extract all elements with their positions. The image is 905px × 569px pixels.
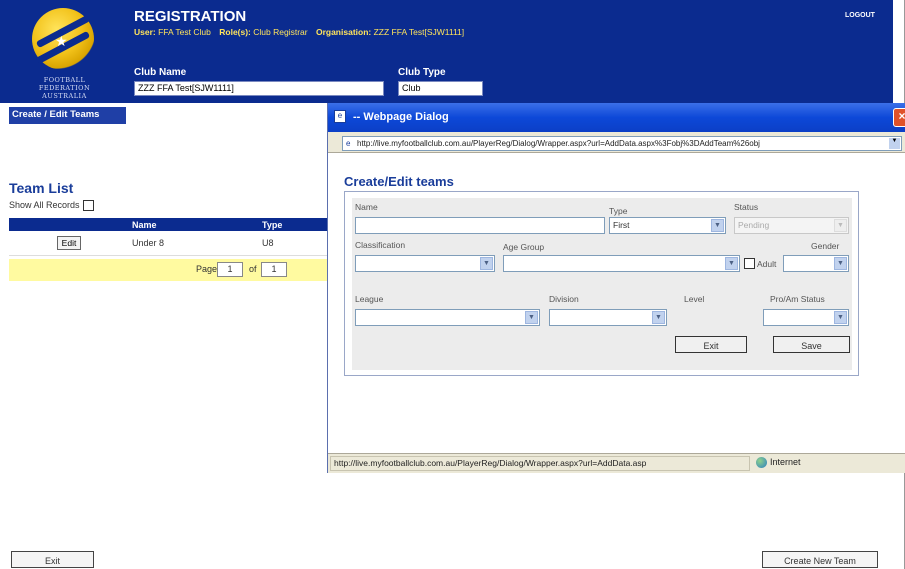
close-icon[interactable]: × — [893, 108, 905, 127]
security-zone: Internet — [753, 456, 903, 471]
logo-text-line-3: AUSTRALIA — [42, 92, 87, 100]
club-type-label: Club Type — [398, 67, 446, 78]
team-type-cell: U8 — [259, 231, 329, 256]
club-name-field[interactable]: ZZZ FFA Test[SJW1111] — [134, 81, 384, 96]
exit-button[interactable]: Exit — [11, 551, 94, 568]
ffa-logo: ★ FOOTBALL FEDERATION AUSTRALIA — [12, 6, 117, 101]
role-value: Club Registrar — [253, 27, 308, 37]
organisation-value: ZZZ FFA Test[SJW1111] — [373, 27, 465, 37]
chevron-down-icon: ▼ — [652, 311, 665, 324]
name-input[interactable] — [355, 217, 605, 234]
pro-am-status-select[interactable]: ▼ — [763, 309, 849, 326]
edit-button[interactable]: Edit — [56, 235, 82, 250]
team-name-cell: Under 8 — [129, 231, 259, 256]
status-select-value: Pending — [738, 220, 770, 230]
logo-text-line-2: FEDERATION — [38, 84, 91, 92]
column-header-action — [9, 218, 129, 231]
show-all-records: Show All Records — [9, 200, 94, 212]
page-title: REGISTRATION — [134, 8, 247, 25]
window-icon: e — [334, 110, 346, 123]
league-select[interactable]: ▼ — [355, 309, 540, 326]
status-url: http://live.myfootballclub.com.au/Player… — [330, 456, 750, 471]
dialog-title-bar[interactable]: e -- Webpage Dialog × — [328, 103, 905, 132]
logout-link[interactable]: LOGOUT — [845, 12, 875, 19]
chevron-down-icon: ▼ — [525, 311, 538, 324]
chevron-down-icon: ▼ — [834, 219, 847, 232]
dialog-url-field[interactable]: e http://live.myfootballclub.com.au/Play… — [342, 136, 902, 151]
team-table: Name Type Edit Under 8 U8 — [9, 218, 329, 256]
header-bar: ★ FOOTBALL FEDERATION AUSTRALIA REGISTRA… — [0, 0, 893, 103]
dialog-status-bar: http://live.myfootballclub.com.au/Player… — [328, 453, 905, 473]
organisation-label: Organisation: — [315, 27, 372, 37]
pager: Page 1 of 1 — [9, 259, 329, 281]
dialog-body: Create/Edit teams Name Type First ▼ Stat… — [328, 153, 905, 443]
role-label: Role(s): — [219, 27, 251, 37]
user-info-line: User: FFA Test Club Role(s): Club Regist… — [134, 27, 470, 37]
status-label: Status — [734, 202, 759, 212]
adult-label: Adult — [757, 259, 777, 269]
registration-page: ★ FOOTBALL FEDERATION AUSTRALIA REGISTRA… — [0, 0, 905, 569]
adult-checkbox[interactable] — [744, 258, 755, 269]
security-zone-label: Internet — [770, 457, 801, 467]
form-title: Create/Edit teams — [344, 174, 454, 189]
webpage-dialog: e -- Webpage Dialog × e http://live.myfo… — [327, 103, 905, 473]
show-all-checkbox[interactable] — [82, 200, 94, 212]
league-label: League — [355, 294, 384, 304]
status-select: Pending ▼ — [734, 217, 849, 234]
tab-create-edit-teams[interactable]: Create / Edit Teams — [9, 107, 126, 124]
division-label: Division — [549, 294, 579, 304]
page-icon: e — [346, 139, 351, 148]
pager-page-label: Page — [196, 264, 218, 274]
dialog-url-text: http://live.myfootballclub.com.au/Player… — [357, 139, 760, 148]
chevron-down-icon: ▼ — [834, 311, 847, 324]
create-new-team-button[interactable]: Create New Team — [762, 551, 878, 568]
type-select-value: First — [613, 220, 630, 230]
chevron-down-icon: ▼ — [725, 257, 738, 270]
pager-page-input[interactable]: 1 — [217, 262, 243, 277]
gender-select[interactable]: ▼ — [783, 255, 849, 272]
logo-text-line-1: FOOTBALL — [43, 76, 86, 84]
column-header-name: Name — [129, 218, 259, 231]
type-label: Type — [609, 206, 628, 216]
form-panel: Name Type First ▼ Status Pending ▼ Class… — [344, 191, 859, 376]
user-label: User: — [134, 27, 156, 37]
age-group-select[interactable]: ▼ — [503, 255, 740, 272]
show-all-label: Show All Records — [9, 200, 80, 210]
chevron-down-icon: ▼ — [711, 219, 724, 232]
classification-label: Classification — [355, 240, 406, 250]
save-button[interactable]: Save — [773, 336, 850, 353]
dialog-address-bar: e http://live.myfootballclub.com.au/Play… — [328, 132, 905, 153]
type-select[interactable]: First ▼ — [609, 217, 726, 234]
star-icon: ★ — [55, 34, 68, 50]
division-select[interactable]: ▼ — [549, 309, 667, 326]
chevron-down-icon: ▼ — [834, 257, 847, 270]
level-label: Level — [684, 294, 705, 304]
pager-of-label: of — [249, 264, 257, 274]
user-value: FFA Test Club — [158, 27, 211, 37]
club-type-field[interactable]: Club — [398, 81, 483, 96]
club-name-label: Club Name — [134, 67, 187, 78]
team-list-title: Team List — [9, 180, 74, 196]
classification-select[interactable]: ▼ — [355, 255, 495, 272]
name-label: Name — [355, 202, 378, 212]
pager-total-pages: 1 — [261, 262, 287, 277]
form-inner: Name Type First ▼ Status Pending ▼ Class… — [352, 198, 852, 370]
dialog-title: -- Webpage Dialog — [353, 111, 449, 123]
age-group-label: Age Group — [503, 242, 545, 252]
dialog-exit-button[interactable]: Exit — [675, 336, 747, 353]
column-header-type: Type — [259, 218, 329, 231]
chevron-down-icon[interactable]: ▼ — [889, 138, 900, 149]
chevron-down-icon: ▼ — [480, 257, 493, 270]
pro-am-status-label: Pro/Am Status — [770, 294, 825, 304]
globe-icon — [756, 457, 767, 469]
gender-label: Gender — [811, 241, 840, 251]
table-row: Edit Under 8 U8 — [9, 231, 329, 256]
